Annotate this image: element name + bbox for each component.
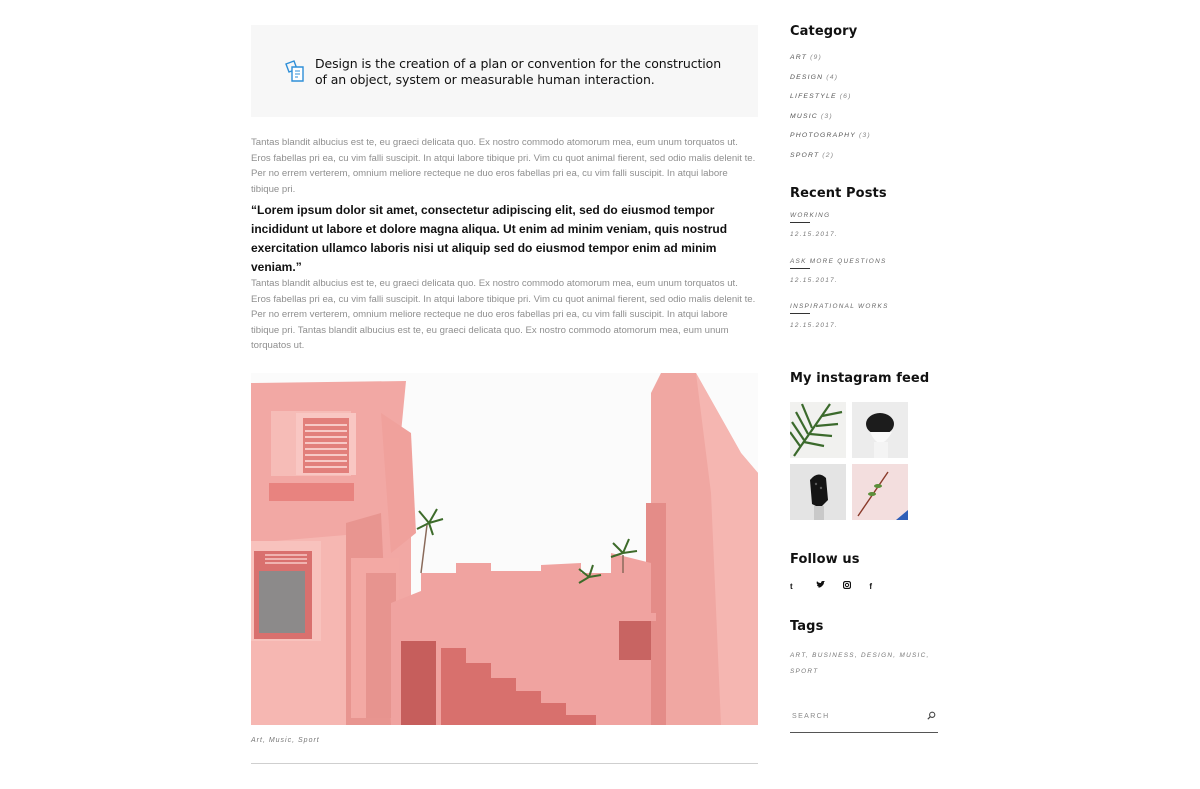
category-item-design[interactable]: Design (4)	[790, 74, 871, 94]
recent-post-date: 12.15.2017.	[790, 231, 839, 238]
social-links: t f	[790, 576, 891, 594]
recent-post-link[interactable]: ASK MORE QUESTIONS	[790, 258, 889, 265]
category-title: Category	[790, 24, 858, 39]
callout-text: Design is the creation of a plan or conv…	[315, 56, 722, 87]
divider	[790, 267, 810, 269]
blockquote: “Lorem ipsum dolor sit amet, consectetur…	[251, 203, 728, 274]
instagram-title: My instagram feed	[790, 371, 930, 386]
instagram-thumb-sculpture[interactable]	[852, 402, 908, 458]
twitter-icon[interactable]	[816, 581, 838, 591]
facebook-icon[interactable]: f	[869, 582, 891, 591]
recent-post-item: ASK MORE QUESTIONS 12.15.2017.	[790, 258, 889, 304]
search-form	[790, 706, 938, 733]
category-item-art[interactable]: Art (9)	[790, 54, 871, 74]
recent-posts-list: WORKING 12.15.2017. ASK MORE QUESTIONS 1…	[790, 212, 889, 349]
category-item-photography[interactable]: Photography (3)	[790, 132, 871, 152]
instagram-thumb-hand[interactable]	[790, 464, 846, 520]
recent-post-date: 12.15.2017.	[790, 276, 839, 284]
search-icon[interactable]	[927, 711, 936, 720]
body-paragraph: Tantas blandit albucius est te, eu graec…	[251, 137, 756, 195]
recent-posts-title: Recent Posts	[790, 186, 887, 201]
post-tags[interactable]: Art, Music, Sport	[251, 737, 320, 744]
category-item-sport[interactable]: Sport (2)	[790, 152, 871, 172]
divider	[790, 222, 810, 223]
recent-post-item: INSPIRATIONAL WORKS 12.15.2017.	[790, 303, 889, 349]
category-item-lifestyle[interactable]: Lifestyle (6)	[790, 93, 871, 113]
category-list: Art (9) Design (4) Lifestyle (6) Music (3) P…	[790, 54, 871, 171]
recent-post-item: WORKING 12.15.2017.	[790, 212, 889, 258]
recent-post-date: 12.15.2017.	[790, 322, 839, 329]
divider	[251, 763, 758, 764]
copy-icon	[285, 60, 304, 82]
follow-us-title: Follow us	[790, 552, 860, 567]
instagram-icon[interactable]	[842, 580, 865, 591]
callout-box: Design is the creation of a plan or conv…	[251, 25, 758, 117]
recent-post-link[interactable]: INSPIRATIONAL WORKS	[790, 303, 889, 310]
instagram-thumb-palm[interactable]	[790, 402, 846, 458]
divider	[790, 313, 810, 314]
instagram-thumb-branch[interactable]	[852, 464, 908, 520]
tag-list[interactable]: Art, Business, Design, Music, Sport	[790, 648, 930, 680]
category-item-music[interactable]: Music (3)	[790, 113, 871, 133]
post-image	[251, 373, 758, 725]
recent-post-link[interactable]: WORKING	[790, 212, 889, 219]
search-input[interactable]	[790, 708, 922, 724]
tags-title: Tags	[790, 619, 824, 634]
body-paragraph: Tantas blandit albucius est te, eu graec…	[251, 278, 756, 351]
tumblr-icon[interactable]: t	[790, 582, 812, 591]
